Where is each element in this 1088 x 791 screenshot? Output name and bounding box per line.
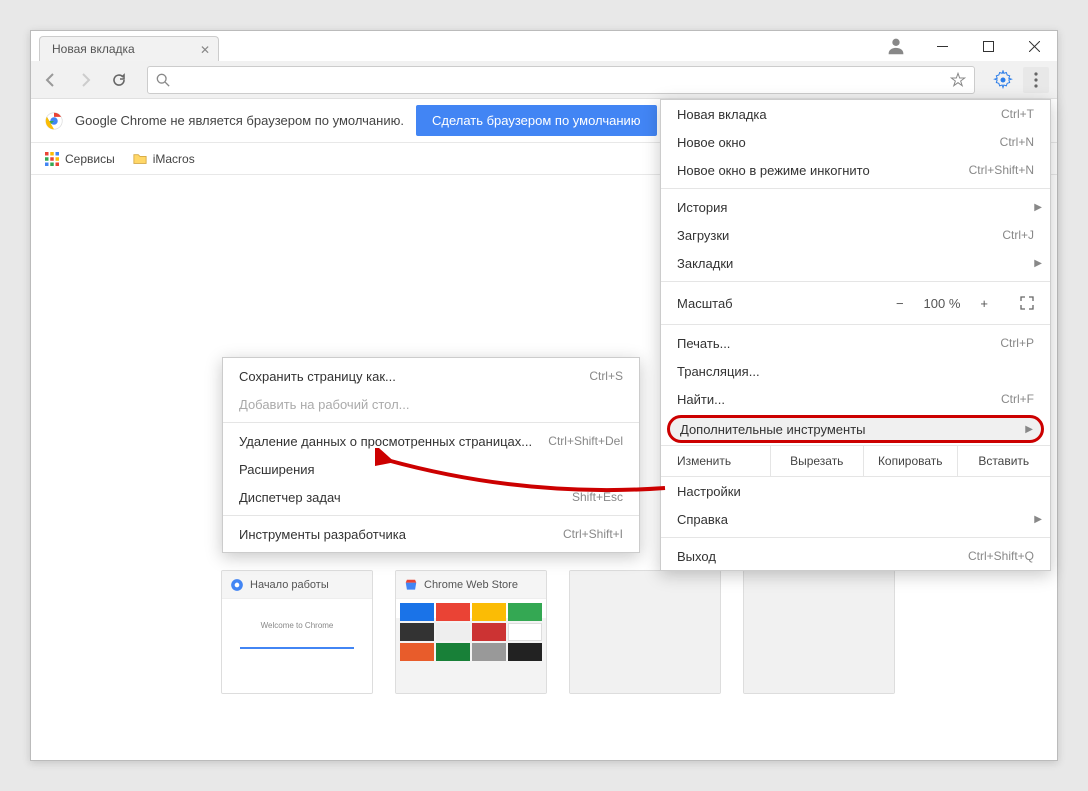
zoom-value: 100 % (924, 296, 961, 311)
close-window-button[interactable] (1011, 31, 1057, 61)
bookmark-star-icon[interactable] (950, 72, 966, 88)
menu-settings[interactable]: Настройки (661, 477, 1050, 505)
thumb-label: Chrome Web Store (424, 579, 518, 591)
edit-label: Изменить (661, 446, 770, 476)
menu-zoom: Масштаб − 100 % + (661, 286, 1050, 320)
menu-more-tools[interactable]: Дополнительные инструменты▶ (667, 415, 1044, 443)
profile-icon[interactable] (885, 35, 907, 57)
zoom-in-button[interactable]: + (974, 296, 994, 311)
chevron-right-icon: ▶ (1025, 424, 1033, 435)
fullscreen-icon[interactable] (1020, 296, 1034, 310)
menu-downloads[interactable]: ЗагрузкиCtrl+J (661, 221, 1050, 249)
close-tab-icon[interactable]: ✕ (200, 43, 210, 57)
chrome-logo-icon (45, 112, 63, 130)
thumb-label: Начало работы (250, 579, 329, 591)
apps-label: Сервисы (65, 152, 115, 166)
menu-new-tab[interactable]: Новая вкладкаCtrl+T (661, 100, 1050, 128)
menu-cast[interactable]: Трансляция... (661, 357, 1050, 385)
browser-tab[interactable]: Новая вкладка ✕ (39, 36, 219, 61)
more-tools-submenu: Сохранить страницу как...Ctrl+S Добавить… (222, 357, 640, 553)
menu-history[interactable]: История▶ (661, 193, 1050, 221)
chevron-right-icon: ▶ (1034, 258, 1042, 269)
submenu-devtools[interactable]: Инструменты разработчикаCtrl+Shift+I (223, 520, 639, 548)
bookmark-label: iMacros (153, 152, 195, 166)
menu-cut[interactable]: Вырезать (770, 446, 864, 476)
thumb-webstore[interactable]: Chrome Web Store (395, 570, 547, 694)
submenu-save-page[interactable]: Сохранить страницу как...Ctrl+S (223, 362, 639, 390)
bookmark-imacros[interactable]: iMacros (133, 152, 195, 166)
maximize-button[interactable] (965, 31, 1011, 61)
menu-find[interactable]: Найти...Ctrl+F (661, 385, 1050, 413)
submenu-task-manager[interactable]: Диспетчер задачShift+Esc (223, 483, 639, 511)
toolbar (31, 61, 1057, 99)
submenu-extensions[interactable]: Расширения (223, 455, 639, 483)
menu-exit[interactable]: ВыходCtrl+Shift+Q (661, 542, 1050, 570)
zoom-out-button[interactable]: − (890, 296, 910, 311)
menu-paste[interactable]: Вставить (957, 446, 1051, 476)
window-controls (919, 31, 1057, 61)
folder-icon (133, 152, 147, 166)
chrome-menu-button[interactable] (1023, 67, 1049, 93)
thumb-empty[interactable] (743, 570, 895, 694)
menu-edit-row: Изменить Вырезать Копировать Вставить (661, 445, 1050, 477)
most-visited-thumbs: Начало работы Chrome Web Store (221, 570, 895, 694)
forward-button[interactable] (73, 68, 97, 92)
infobar-text: Google Chrome не является браузером по у… (75, 113, 404, 128)
menu-copy[interactable]: Копировать (863, 446, 957, 476)
menu-incognito[interactable]: Новое окно в режиме инкогнитоCtrl+Shift+… (661, 156, 1050, 184)
menu-print[interactable]: Печать...Ctrl+P (661, 329, 1050, 357)
submenu-add-desktop: Добавить на рабочий стол... (223, 390, 639, 418)
chrome-favicon-icon (230, 578, 244, 592)
webstore-favicon-icon (404, 578, 418, 592)
chevron-right-icon: ▶ (1034, 514, 1042, 525)
back-button[interactable] (39, 68, 63, 92)
extension-gear-icon[interactable] (993, 70, 1013, 90)
chrome-main-menu: Новая вкладкаCtrl+T Новое окноCtrl+N Нов… (660, 99, 1051, 571)
search-icon (156, 73, 170, 87)
tab-title: Новая вкладка (52, 42, 135, 56)
minimize-button[interactable] (919, 31, 965, 61)
thumb-empty[interactable] (569, 570, 721, 694)
apps-grid-icon (45, 152, 59, 166)
address-bar[interactable] (147, 66, 975, 94)
thumb-getting-started[interactable]: Начало работы (221, 570, 373, 694)
reload-button[interactable] (107, 68, 131, 92)
menu-bookmarks[interactable]: Закладки▶ (661, 249, 1050, 277)
submenu-clear-data[interactable]: Удаление данных о просмотренных страница… (223, 427, 639, 455)
chevron-right-icon: ▶ (1034, 202, 1042, 213)
menu-help[interactable]: Справка▶ (661, 505, 1050, 533)
apps-shortcut[interactable]: Сервисы (45, 152, 115, 166)
set-default-button[interactable]: Сделать браузером по умолчанию (416, 105, 657, 136)
menu-new-window[interactable]: Новое окноCtrl+N (661, 128, 1050, 156)
titlebar: Новая вкладка ✕ (31, 31, 1057, 61)
